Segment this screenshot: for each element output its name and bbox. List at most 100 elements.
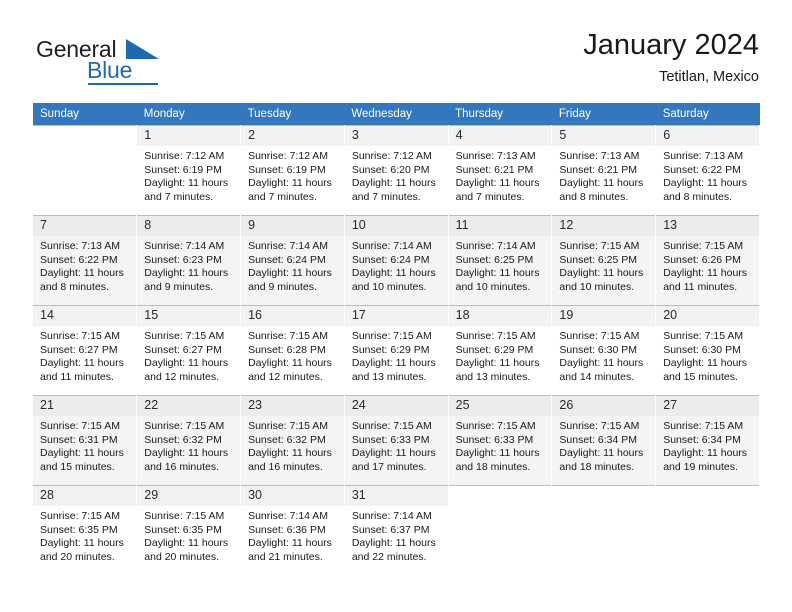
cell-inner: 1 Sunrise: 7:12 AM Sunset: 6:19 PM Daylight… xyxy=(137,125,241,216)
calendar-day-cell[interactable]: 13 Sunrise: 7:15 AM Sunset: 6:26 PM Dayligh… xyxy=(655,215,760,305)
daylight-line-2: and 8 minutes. xyxy=(663,190,733,203)
sunset-line xyxy=(40,164,131,178)
cell-inner: 28 Sunrise: 7:15 AM Sunset: 6:35 PM Dayligh… xyxy=(33,485,137,576)
sunrise-line: Sunrise: 7:14 AM xyxy=(144,240,225,252)
daylight-line-2: and 10 minutes. xyxy=(559,280,635,293)
sunset-line: Sunset: 6:35 PM xyxy=(40,523,118,536)
calendar-week-row: 14 Sunrise: 7:15 AM Sunset: 6:27 PM Dayligh… xyxy=(33,305,760,395)
logo-text-blue: Blue xyxy=(87,57,133,83)
calendar-day-cell[interactable]: 5 Sunrise: 7:13 AM Sunset: 6:21 PM Daylight… xyxy=(551,125,657,215)
calendar-day-cell[interactable]: 14 Sunrise: 7:15 AM Sunset: 6:27 PM Dayligh… xyxy=(33,305,138,395)
cell-inner: 25 Sunrise: 7:15 AM Sunset: 6:33 PM Dayligh… xyxy=(448,395,552,486)
daylight-line-1: Daylight: 11 hours xyxy=(248,267,332,279)
day-number: 7 xyxy=(33,216,137,236)
calendar-day-cell[interactable]: 8 Sunrise: 7:14 AM Sunset: 6:23 PM Daylight… xyxy=(136,215,242,305)
day-details: Sunrise: 7:15 AM Sunset: 6:34 PM Daylight:… xyxy=(552,416,655,474)
daylight-line-1: Daylight: 11 hours xyxy=(559,447,644,459)
daylight-line-2 xyxy=(456,551,547,565)
calendar-day-cell[interactable]: 2 Sunrise: 7:12 AM Sunset: 6:19 PM Daylight… xyxy=(240,125,345,215)
sunset-line: Sunset: 6:26 PM xyxy=(663,253,741,266)
daylight-line-1 xyxy=(456,537,547,551)
sunset-line: Sunset: 6:23 PM xyxy=(144,253,222,266)
sunset-line: Sunset: 6:22 PM xyxy=(663,163,741,176)
daylight-line-2: and 12 minutes. xyxy=(248,370,323,383)
calendar-day-cell[interactable]: 23 Sunrise: 7:15 AM Sunset: 6:32 PM Dayligh… xyxy=(240,395,345,485)
calendar-day-cell[interactable]: 15 Sunrise: 7:15 AM Sunset: 6:27 PM Dayligh… xyxy=(136,305,242,395)
day-details: Sunrise: 7:15 AM Sunset: 6:33 PM Daylight:… xyxy=(345,416,448,474)
calendar-day-cell[interactable]: 4 Sunrise: 7:13 AM Sunset: 6:21 PM Daylight… xyxy=(448,125,553,216)
page-title: January 2024 xyxy=(583,29,759,61)
calendar-day-cell[interactable]: 26 Sunrise: 7:15 AM Sunset: 6:34 PM Dayligh… xyxy=(551,395,657,485)
daylight-line-2: and 18 minutes. xyxy=(455,460,531,473)
calendar-day-cell[interactable]: 20 Sunrise: 7:15 AM Sunset: 6:30 PM Dayligh… xyxy=(655,305,760,395)
daylight-line-1: Daylight: 11 hours xyxy=(40,537,124,549)
sunrise-line: Sunrise: 7:13 AM xyxy=(455,150,536,162)
calendar-week-row: 21 Sunrise: 7:15 AM Sunset: 6:31 PM Dayligh… xyxy=(33,395,760,485)
day-number xyxy=(656,486,759,506)
sunrise-line: Sunrise: 7:15 AM xyxy=(559,330,640,342)
day-details: Sunrise: 7:14 AM Sunset: 6:23 PM Daylight:… xyxy=(137,236,240,294)
calendar-day-cell[interactable]: 18 Sunrise: 7:15 AM Sunset: 6:29 PM Dayligh… xyxy=(448,305,553,396)
calendar-day-cell[interactable]: 22 Sunrise: 7:15 AM Sunset: 6:32 PM Dayligh… xyxy=(136,395,242,485)
weekday-header-sunday: Sunday xyxy=(33,103,137,125)
calendar-day-cell[interactable]: 6 Sunrise: 7:13 AM Sunset: 6:22 PM Daylight… xyxy=(655,125,760,215)
day-details xyxy=(552,506,655,564)
day-number xyxy=(33,126,136,146)
cell-inner: 4 Sunrise: 7:13 AM Sunset: 6:21 PM Daylight… xyxy=(448,125,552,216)
sunset-line: Sunset: 6:25 PM xyxy=(559,253,638,266)
daylight-line-2: and 7 minutes. xyxy=(248,190,317,203)
cell-inner xyxy=(33,125,137,216)
calendar-day-cell[interactable]: 10 Sunrise: 7:14 AM Sunset: 6:24 PM Dayligh… xyxy=(344,215,449,306)
day-details: Sunrise: 7:15 AM Sunset: 6:34 PM Daylight:… xyxy=(656,416,759,474)
logo-underline xyxy=(88,83,158,85)
calendar-day-cell[interactable]: 25 Sunrise: 7:15 AM Sunset: 6:33 PM Dayligh… xyxy=(448,395,553,486)
daylight-line-2: and 21 minutes. xyxy=(248,550,323,563)
daylight-line-2: and 8 minutes. xyxy=(559,190,629,203)
daylight-line-2: and 17 minutes. xyxy=(351,460,427,473)
daylight-line-1: Daylight: 11 hours xyxy=(248,177,332,189)
sunset-line: Sunset: 6:29 PM xyxy=(455,343,534,356)
calendar-day-cell[interactable]: 9 Sunrise: 7:14 AM Sunset: 6:24 PM Daylight… xyxy=(240,215,345,305)
sunset-line: Sunset: 6:37 PM xyxy=(351,523,430,536)
daylight-line-2: and 20 minutes. xyxy=(40,550,115,563)
daylight-line-2: and 8 minutes. xyxy=(40,280,109,293)
title-block: January 2024 Tetitlan, Mexico xyxy=(583,28,759,86)
cell-inner: 17 Sunrise: 7:15 AM Sunset: 6:29 PM Dayligh… xyxy=(344,305,448,396)
weekday-header-wednesday: Wednesday xyxy=(344,103,449,125)
calendar-day-cell[interactable]: 24 Sunrise: 7:15 AM Sunset: 6:33 PM Dayligh… xyxy=(344,395,449,485)
logo-triangle-icon xyxy=(126,39,159,59)
day-number: 6 xyxy=(656,126,759,146)
calendar-day-cell[interactable]: 1 Sunrise: 7:12 AM Sunset: 6:19 PM Daylight… xyxy=(136,125,242,216)
cell-inner: 3 Sunrise: 7:12 AM Sunset: 6:20 PM Daylight… xyxy=(344,125,448,216)
calendar-day-cell[interactable]: 12 Sunrise: 7:15 AM Sunset: 6:25 PM Dayligh… xyxy=(551,215,657,306)
calendar-day-cell[interactable]: 28 Sunrise: 7:15 AM Sunset: 6:35 PM Dayligh… xyxy=(33,485,138,576)
day-number: 13 xyxy=(656,216,759,236)
day-details: Sunrise: 7:14 AM Sunset: 6:24 PM Daylight:… xyxy=(345,236,448,294)
calendar-day-cell[interactable]: 3 Sunrise: 7:12 AM Sunset: 6:20 PM Daylight… xyxy=(344,125,449,216)
cell-inner: 12 Sunrise: 7:15 AM Sunset: 6:25 PM Dayligh… xyxy=(552,215,656,306)
cell-inner: 18 Sunrise: 7:15 AM Sunset: 6:29 PM Dayligh… xyxy=(448,305,552,396)
cell-inner: 31 Sunrise: 7:14 AM Sunset: 6:37 PM Dayligh… xyxy=(344,485,448,576)
daylight-line-1: Daylight: 11 hours xyxy=(351,537,436,549)
sunrise-line: Sunrise: 7:13 AM xyxy=(663,150,744,162)
calendar-day-cell[interactable]: 29 Sunrise: 7:15 AM Sunset: 6:35 PM Dayligh… xyxy=(136,485,242,575)
calendar-day-cell[interactable]: 7 Sunrise: 7:13 AM Sunset: 6:22 PM Daylight… xyxy=(33,215,138,306)
sunset-line: Sunset: 6:34 PM xyxy=(663,433,741,446)
calendar-day-cell[interactable]: 27 Sunrise: 7:15 AM Sunset: 6:34 PM Dayligh… xyxy=(655,395,760,485)
calendar-day-cell[interactable]: 31 Sunrise: 7:14 AM Sunset: 6:37 PM Dayligh… xyxy=(344,485,449,576)
calendar-day-cell[interactable]: 11 Sunrise: 7:14 AM Sunset: 6:25 PM Dayligh… xyxy=(448,215,553,305)
cell-inner: 10 Sunrise: 7:14 AM Sunset: 6:24 PM Dayligh… xyxy=(344,215,448,306)
calendar-day-cell[interactable]: 16 Sunrise: 7:15 AM Sunset: 6:28 PM Dayligh… xyxy=(240,305,345,395)
day-number: 5 xyxy=(552,126,656,146)
cell-inner: 7 Sunrise: 7:13 AM Sunset: 6:22 PM Daylight… xyxy=(33,215,137,306)
calendar-day-cell[interactable]: 19 Sunrise: 7:15 AM Sunset: 6:30 PM Dayligh… xyxy=(551,305,657,395)
daylight-line-2: and 7 minutes. xyxy=(144,190,214,203)
calendar-day-cell[interactable]: 17 Sunrise: 7:15 AM Sunset: 6:29 PM Dayligh… xyxy=(344,305,449,396)
weekday-header-saturday: Saturday xyxy=(655,103,760,125)
sunrise-line: Sunrise: 7:14 AM xyxy=(248,510,329,522)
daylight-line-1: Daylight: 11 hours xyxy=(663,177,748,189)
calendar-day-cell[interactable]: 21 Sunrise: 7:15 AM Sunset: 6:31 PM Dayligh… xyxy=(33,395,138,485)
sunset-line: Sunset: 6:31 PM xyxy=(40,433,118,446)
calendar-day-cell[interactable]: 30 Sunrise: 7:14 AM Sunset: 6:36 PM Dayligh… xyxy=(240,485,345,575)
daylight-line-1: Daylight: 11 hours xyxy=(40,357,124,369)
